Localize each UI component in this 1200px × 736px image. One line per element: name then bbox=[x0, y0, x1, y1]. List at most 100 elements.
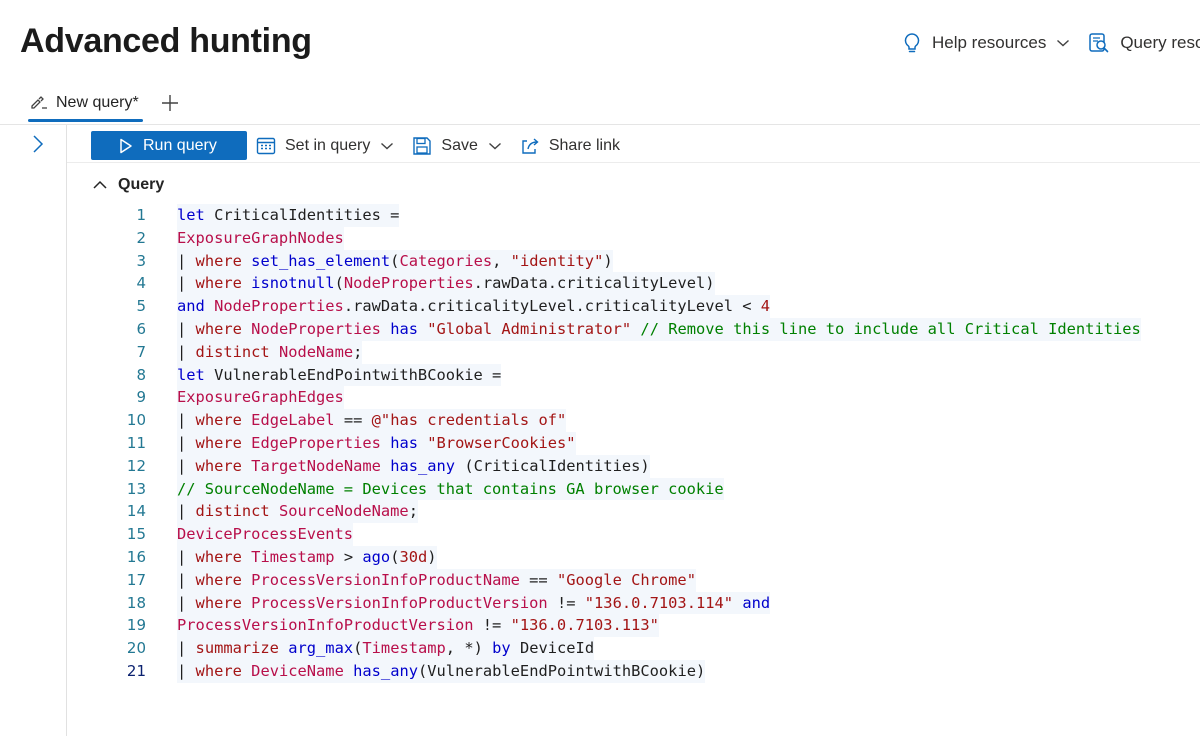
line-number: 1 bbox=[136, 206, 146, 224]
chevron-down-icon bbox=[1057, 39, 1070, 47]
code-line[interactable]: 8 let VulnerableEndPointwithBCookie = bbox=[100, 363, 1200, 387]
expand-panel-button[interactable] bbox=[30, 134, 46, 159]
header-actions: Help resources Query resou bbox=[902, 32, 1200, 54]
side-panel-divider bbox=[66, 125, 67, 736]
toolbar-divider bbox=[67, 162, 1200, 163]
query-tabs: New query* bbox=[28, 88, 179, 122]
share-link-button[interactable]: Share link bbox=[520, 136, 620, 156]
code-text: | where ProcessVersionInfoProductVersion… bbox=[177, 591, 771, 615]
query-pen-icon bbox=[31, 96, 47, 109]
code-text: | where set_has_element(Categories, "ide… bbox=[177, 249, 613, 273]
query-resources-icon bbox=[1089, 33, 1109, 53]
query-toolbar: Run query Set in query Save Share link bbox=[91, 131, 620, 160]
line-number: 4 bbox=[136, 274, 146, 293]
code-line[interactable]: 14 | distinct SourceNodeName; bbox=[100, 500, 1200, 524]
play-icon bbox=[120, 138, 132, 153]
chevron-down-icon bbox=[488, 142, 501, 149]
code-text: let VulnerableEndPointwithBCookie = bbox=[177, 363, 502, 387]
code-text: | where NodeProperties has "Global Admin… bbox=[177, 317, 1141, 341]
code-text: | where TargetNodeName has_any (Critical… bbox=[177, 454, 650, 478]
save-button[interactable]: Save bbox=[412, 136, 501, 156]
help-resources-button[interactable]: Help resources bbox=[902, 32, 1070, 54]
chevron-right-icon bbox=[33, 135, 44, 153]
code-text: | distinct SourceNodeName; bbox=[177, 500, 418, 524]
line-number: 10 bbox=[126, 411, 146, 430]
tab-new-query[interactable]: New query* bbox=[28, 88, 143, 122]
code-line[interactable]: 17 | where ProcessVersionInfoProductName … bbox=[100, 568, 1200, 592]
save-label: Save bbox=[441, 136, 478, 154]
code-line[interactable]: 7 | distinct NodeName; bbox=[100, 340, 1200, 364]
line-number: 3 bbox=[136, 251, 146, 270]
code-line[interactable]: 2 ExposureGraphNodes bbox=[100, 226, 1200, 250]
code-text: and NodeProperties.rawData.criticalityLe… bbox=[177, 295, 771, 318]
line-number: 15 bbox=[126, 525, 146, 544]
run-query-label: Run query bbox=[143, 136, 217, 154]
code-text: ExposureGraphEdges bbox=[177, 386, 344, 410]
code-text: | where Timestamp > ago(30d) bbox=[177, 545, 437, 569]
line-number: 13 bbox=[126, 479, 146, 498]
line-number: 21 bbox=[126, 661, 146, 680]
line-number: 18 bbox=[126, 593, 146, 612]
line-number: 19 bbox=[126, 616, 146, 635]
tabs-divider bbox=[0, 124, 1200, 125]
code-text: ProcessVersionInfoProductVersion != "136… bbox=[177, 614, 659, 638]
line-number: 11 bbox=[126, 433, 146, 452]
line-number: 9 bbox=[136, 388, 146, 407]
code-text: let CriticalIdentities = bbox=[177, 204, 400, 227]
line-number: 7 bbox=[136, 342, 146, 361]
code-line[interactable]: 6 | where NodeProperties has "Global Admi… bbox=[100, 317, 1200, 341]
tab-label: New query* bbox=[56, 94, 139, 111]
code-line[interactable]: 10 | where EdgeLabel == @"has credentials… bbox=[100, 409, 1200, 432]
code-line[interactable]: 12 | where TargetNodeName has_any (Critic… bbox=[100, 454, 1200, 478]
query-resources-label: Query resou bbox=[1120, 33, 1200, 52]
line-number: 16 bbox=[126, 547, 146, 566]
calendar-icon bbox=[256, 137, 276, 154]
help-resources-label: Help resources bbox=[932, 33, 1047, 52]
query-editor[interactable]: 1 let CriticalIdentities = 2 ExposureGraphN… bbox=[100, 204, 1200, 683]
plus-icon bbox=[161, 95, 178, 111]
code-line[interactable]: 21 | where DeviceName has_any(VulnerableE… bbox=[100, 659, 1200, 683]
share-link-label: Share link bbox=[548, 136, 621, 154]
line-number: 20 bbox=[126, 639, 146, 658]
code-line[interactable]: 18 | where ProcessVersionInfoProductVersi… bbox=[100, 591, 1200, 615]
code-line[interactable]: 1 let CriticalIdentities = bbox=[100, 204, 1200, 227]
line-number: 12 bbox=[126, 456, 146, 475]
code-line[interactable]: 9 ExposureGraphEdges bbox=[100, 386, 1200, 410]
code-line[interactable]: 4 | where isnotnull(NodeProperties.rawDat… bbox=[100, 272, 1200, 296]
code-text: | where EdgeLabel == @"has credentials o… bbox=[177, 409, 567, 432]
code-text: | summarize arg_max(Timestamp, *) by Dev… bbox=[177, 637, 595, 660]
code-text: | distinct NodeName; bbox=[177, 340, 363, 364]
code-line[interactable]: 5 and NodeProperties.rawData.criticalityL… bbox=[100, 295, 1200, 318]
code-text: | where isnotnull(NodeProperties.rawData… bbox=[177, 272, 715, 296]
code-line[interactable]: 16 | where Timestamp > ago(30d) bbox=[100, 545, 1200, 569]
code-line[interactable]: 13 // SourceNodeName = Devices that conta… bbox=[100, 477, 1200, 501]
chevron-down-icon bbox=[381, 142, 394, 149]
set-in-query-label: Set in query bbox=[285, 136, 371, 154]
add-tab-button[interactable] bbox=[161, 94, 179, 112]
share-icon bbox=[522, 137, 539, 154]
query-resources-button[interactable]: Query resou bbox=[1088, 32, 1200, 54]
save-icon bbox=[413, 136, 432, 155]
code-text: | where ProcessVersionInfoProductName ==… bbox=[177, 568, 696, 592]
line-number: 5 bbox=[136, 297, 146, 316]
code-text: | where DeviceName has_any(VulnerableEnd… bbox=[177, 659, 706, 683]
run-query-button[interactable]: Run query bbox=[91, 131, 247, 160]
code-text: // SourceNodeName = Devices that contain… bbox=[177, 477, 724, 501]
query-section-label: Query bbox=[118, 176, 165, 193]
code-text: ExposureGraphNodes bbox=[177, 226, 344, 250]
set-in-query-button[interactable]: Set in query bbox=[256, 136, 394, 156]
line-number: 17 bbox=[126, 570, 146, 589]
line-number: 2 bbox=[136, 228, 146, 247]
query-section-toggle[interactable]: Query bbox=[92, 176, 164, 194]
line-number: 8 bbox=[136, 365, 146, 384]
code-text: | where EdgeProperties has "BrowserCooki… bbox=[177, 431, 576, 455]
chevron-up-icon bbox=[93, 180, 107, 189]
code-line[interactable]: 11 | where EdgeProperties has "BrowserCoo… bbox=[100, 431, 1200, 455]
code-line[interactable]: 20 | summarize arg_max(Timestamp, *) by D… bbox=[100, 637, 1200, 660]
code-line[interactable]: 3 | where set_has_element(Categories, "id… bbox=[100, 249, 1200, 273]
code-line[interactable]: 19 ProcessVersionInfoProductVersion != "1… bbox=[100, 614, 1200, 638]
code-text: DeviceProcessEvents bbox=[177, 523, 354, 546]
lightbulb-icon bbox=[904, 33, 920, 53]
code-line[interactable]: 15 DeviceProcessEvents bbox=[100, 523, 1200, 546]
page-title: Advanced hunting bbox=[20, 22, 312, 60]
